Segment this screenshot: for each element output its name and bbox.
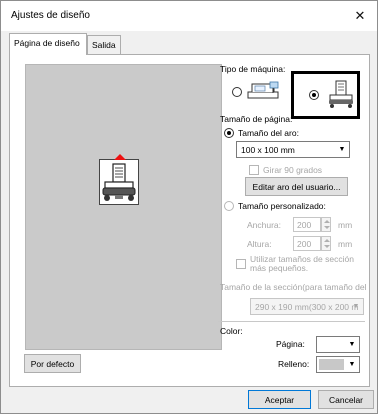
design-page-panel: Tipo de máquina: Tamaño de página: Tamañ… — [9, 54, 370, 387]
chevron-down-icon: ▼ — [348, 341, 356, 348]
page-size-heading: Tamaño de página: — [220, 114, 293, 124]
chevron-down-icon: ▼ — [352, 303, 360, 310]
default-button[interactable]: Por defecto — [24, 354, 81, 373]
hoop-size-value: 100 x 100 mm — [241, 145, 295, 155]
chevron-down-icon: ▼ — [348, 361, 356, 368]
fill-color-swatch — [319, 359, 344, 370]
divider — [218, 321, 365, 322]
width-spinner[interactable] — [321, 217, 331, 232]
width-label: Anchura: — [247, 220, 282, 230]
height-input[interactable]: 200 — [293, 236, 321, 251]
chevron-down-icon: ▼ — [338, 146, 346, 153]
title-bar: Ajustes de diseño ✕ — [1, 1, 377, 31]
hoop-preview-icon — [102, 163, 136, 201]
cylinder-machine-icon — [329, 80, 353, 108]
height-spinner[interactable] — [321, 236, 331, 251]
page-color-select[interactable]: ▼ — [316, 336, 360, 353]
window-title: Ajustes de diseño — [11, 10, 90, 21]
custom-size-label: Tamaño personalizado: — [238, 201, 326, 211]
page-color-label: Página: — [276, 339, 305, 349]
section-size-select[interactable]: 290 x 190 mm(300 x 200 m ▼ — [250, 298, 364, 315]
design-settings-dialog: Ajustes de diseño ✕ Página de diseño Sal… — [0, 0, 378, 414]
fill-color-label: Relleno: — [278, 359, 310, 369]
rotate-90-label: Girar 90 grados — [263, 165, 323, 175]
hoop-size-select[interactable]: 100 x 100 mm ▼ — [236, 141, 350, 158]
section-size-value: 290 x 190 mm(300 x 200 m — [255, 302, 359, 312]
custom-size-radio[interactable] — [224, 201, 234, 211]
hoop-preview — [99, 154, 139, 205]
tab-output[interactable]: Salida — [87, 35, 121, 55]
machine-cylinder-option[interactable] — [291, 71, 360, 119]
width-unit: mm — [338, 220, 353, 230]
accept-button[interactable]: Aceptar — [248, 390, 311, 409]
fill-color-select[interactable]: ▼ — [316, 356, 360, 373]
color-heading: Color: — [220, 326, 243, 336]
hoop-size-radio[interactable] — [224, 128, 234, 138]
height-label: Altura: — [247, 239, 272, 249]
design-preview — [25, 64, 222, 350]
close-icon[interactable]: ✕ — [343, 1, 377, 31]
smaller-sections-label: Utilizar tamaños de sección más pequeños… — [250, 254, 354, 273]
machine-flatbed-radio[interactable] — [232, 87, 242, 97]
tab-design-page[interactable]: Página de diseño — [9, 33, 87, 55]
height-unit: mm — [338, 239, 353, 249]
edit-user-hoop-button[interactable]: Editar aro del usuario... — [245, 177, 348, 196]
machine-type-heading: Tipo de máquina: — [220, 64, 286, 74]
page-color-swatch — [319, 339, 344, 350]
smaller-sections-checkbox[interactable] — [236, 259, 246, 269]
rotate-90-checkbox[interactable] — [249, 165, 259, 175]
hoop-size-label: Tamaño del aro: — [238, 128, 299, 138]
cancel-button[interactable]: Cancelar — [318, 390, 374, 409]
width-input[interactable]: 200 — [293, 217, 321, 232]
machine-cylinder-radio[interactable] — [309, 90, 319, 100]
flatbed-machine-icon — [247, 81, 279, 99]
section-size-label: Tamaño de la sección(para tamaño del — [220, 282, 367, 292]
